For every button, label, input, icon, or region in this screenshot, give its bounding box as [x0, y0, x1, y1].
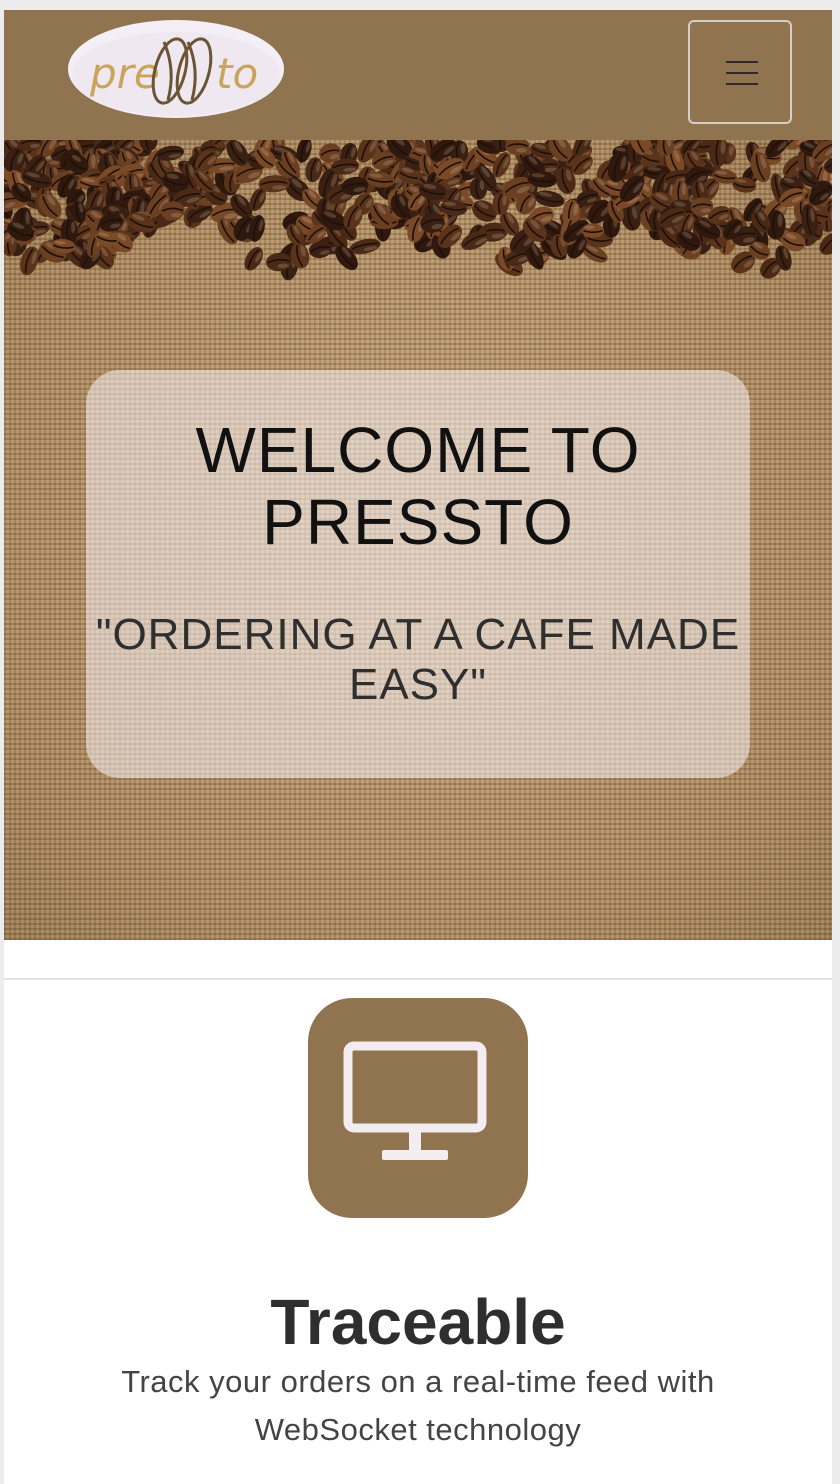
coffee-beans-image: [4, 140, 832, 310]
navbar: pre to: [4, 10, 832, 140]
hamburger-line-icon: [726, 72, 758, 74]
svg-text:to: to: [216, 49, 258, 98]
presto-logo-icon: pre to: [68, 20, 284, 118]
desktop-monitor-icon: [343, 1041, 487, 1160]
page-frame: pre to WELCOME TO PRESSTO "ORDERING AT A…: [4, 10, 832, 1484]
coffee-bean: [534, 190, 565, 208]
section-divider: [4, 978, 832, 980]
hamburger-line-icon: [726, 83, 758, 85]
presto-logo[interactable]: pre to: [66, 18, 286, 120]
hamburger-line-icon: [726, 61, 758, 63]
hero-section: WELCOME TO PRESSTO "ORDERING AT A CAFE M…: [4, 140, 832, 940]
feature-title: Traceable: [270, 1286, 566, 1358]
coffee-bean: [244, 247, 263, 271]
welcome-title: WELCOME TO PRESSTO: [195, 414, 641, 558]
feature-description: Track your orders on a real-time feed wi…: [121, 1364, 715, 1447]
welcome-card: WELCOME TO PRESSTO "ORDERING AT A CAFE M…: [86, 370, 750, 778]
hamburger-menu-button[interactable]: [688, 20, 792, 124]
welcome-subtitle: "ORDERING AT A CAFE MADE EASY": [95, 610, 741, 709]
svg-text:pre: pre: [89, 49, 160, 98]
feature-icon-box: [308, 998, 528, 1218]
